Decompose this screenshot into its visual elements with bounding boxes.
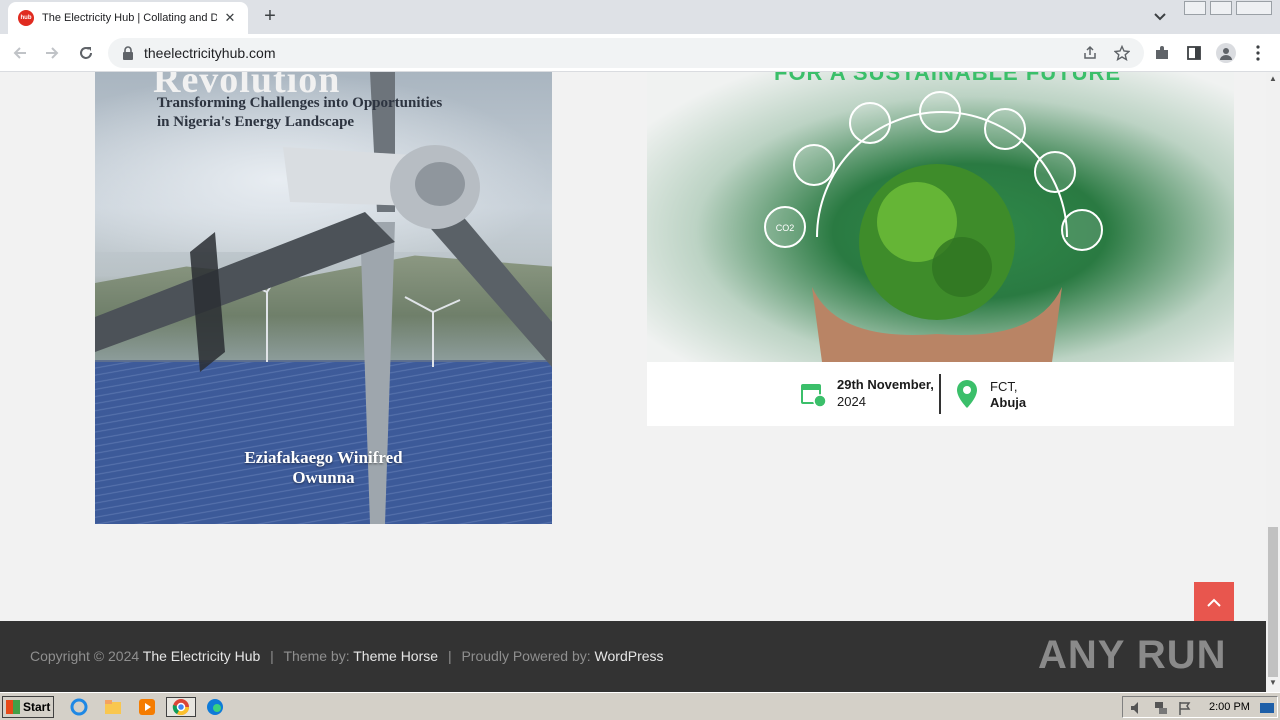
page-content: Revolution Transforming Challenges into … [0,72,1266,621]
windows-taskbar: Start 2:00 PM [0,692,1280,720]
action-center-flag-icon[interactable] [1177,700,1193,716]
scroll-to-top-button[interactable] [1194,582,1234,621]
browser-tab-strip: hub The Electricity Hub | Collating and … [0,0,1280,34]
footer-wordpress-link[interactable]: WordPress [595,648,664,664]
footer-site-link[interactable]: The Electricity Hub [143,648,260,664]
footer-credits: Copyright © 2024 The Electricity Hub | T… [30,648,664,664]
site-favicon-icon: hub [18,10,34,26]
chrome-taskbar-icon[interactable] [166,697,196,717]
edge-icon[interactable] [204,697,226,717]
footer-copyright: Copyright © 2024 [30,648,140,664]
event-year: 2024 [837,394,866,409]
globe-in-hands-graphic: CO2 [764,91,1103,362]
profile-avatar-icon[interactable] [1216,43,1236,63]
footer-powered-prefix: Proudly Powered by: [461,648,591,664]
windows-logo-icon [6,700,20,714]
taskbar-clock[interactable]: 2:00 PM [1209,701,1250,713]
page-scrollbar[interactable]: ▲ ▼ [1266,72,1280,692]
start-button[interactable]: Start [2,696,54,718]
start-label: Start [23,700,51,714]
location-pin-icon [957,380,977,408]
footer-separator: | [270,648,274,664]
flyer-divider [939,374,941,414]
anyrun-watermark-text: ANY RUN [1038,633,1227,677]
lock-icon[interactable] [122,46,134,60]
anyrun-watermark-logo: ANY RUN [1038,633,1227,678]
chevron-up-icon [1207,598,1221,607]
book-author-line2: Owunna [292,468,355,487]
book-subtitle-line1: Transforming Challenges into Opportuniti… [157,95,443,111]
event-location-line1: FCT, [990,379,1018,394]
scroll-up-arrow-icon[interactable]: ▲ [1268,74,1278,84]
window-restore-button[interactable] [1210,1,1232,15]
network-icon[interactable] [1153,700,1169,716]
system-tray: 2:00 PM [1122,696,1278,718]
url-text: theelectricityhub.com [144,45,276,61]
window-minimize-button[interactable] [1184,1,1206,15]
scroll-down-arrow-icon[interactable]: ▼ [1268,678,1278,688]
share-icon[interactable] [1082,45,1098,61]
event-date: 29th November, [837,377,934,392]
show-desktop-icon[interactable] [1259,700,1275,716]
browser-toolbar: theelectricityhub.com [0,34,1280,72]
forward-arrow-icon [46,47,59,59]
footer-separator: | [447,648,452,664]
calendar-icon [801,384,827,408]
event-flyer-image[interactable]: FOR A SUSTAINABLE FUTURE CO2 29th Novemb… [647,72,1234,426]
browser-menu-icon[interactable] [1248,43,1268,63]
book-subtitle: Transforming Challenges into Opportuniti… [157,94,442,132]
book-cover-image[interactable]: Revolution Transforming Challenges into … [95,72,552,524]
tab-search-chevron-icon[interactable] [1150,8,1170,26]
site-footer: Copyright © 2024 The Electricity Hub | T… [0,621,1266,692]
new-tab-button[interactable]: + [258,5,282,29]
reload-button[interactable] [74,41,98,65]
forward-button[interactable] [40,41,64,65]
bookmark-star-icon[interactable] [1114,45,1130,61]
back-arrow-icon [13,47,26,59]
flyer-footer: 29th November, 2024 FCT, Abuja [647,362,1234,426]
tab-close-icon[interactable]: ✕ [222,10,238,26]
event-location-line2: Abuja [990,395,1027,410]
screen: hub The Electricity Hub | Collating and … [0,0,1280,720]
address-bar[interactable]: theelectricityhub.com [108,38,1144,68]
footer-theme-link[interactable]: Theme Horse [353,648,438,664]
extensions-puzzle-icon[interactable] [1152,43,1172,63]
footer-theme-prefix: Theme by: [283,648,350,664]
co2-icon-label: CO2 [776,223,795,233]
volume-icon[interactable] [1129,700,1145,716]
book-author-line1: Eziafakaego Winifred [244,448,403,467]
window-close-button[interactable] [1236,1,1272,15]
tab-title: The Electricity Hub | Collating and Di [42,12,217,24]
media-player-icon[interactable] [136,697,158,717]
book-subtitle-line2: in Nigeria's Energy Landscape [157,114,355,130]
book-author: Eziafakaego Winifred Owunna [95,448,552,488]
back-button[interactable] [8,41,32,65]
scrollbar-thumb[interactable] [1268,527,1278,677]
browser-tab[interactable]: hub The Electricity Hub | Collating and … [8,2,248,34]
internet-explorer-icon[interactable] [68,697,90,717]
side-panel-icon[interactable] [1184,43,1204,63]
file-explorer-icon[interactable] [102,697,124,717]
reload-icon [80,47,92,59]
